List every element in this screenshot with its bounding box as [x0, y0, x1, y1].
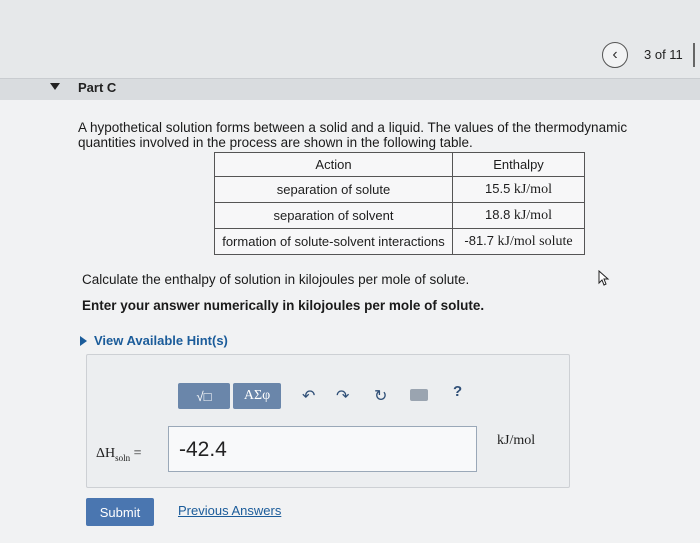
table-row: separation of solute 15.5 kJ/mol	[214, 176, 585, 203]
table-cell-action: separation of solute	[214, 176, 453, 203]
redo-icon[interactable]: ↷	[336, 386, 349, 406]
page-counter: 3 of 11	[644, 47, 683, 62]
table-cell-enthalpy: 15.5 kJ/mol	[452, 176, 585, 203]
table-cell-action: formation of solute-solvent interactions	[214, 228, 453, 255]
instruction-enter: Enter your answer numerically in kilojou…	[82, 298, 485, 313]
undo-icon[interactable]: ↶	[302, 386, 315, 406]
answer-variable-label: ΔHsoln =	[96, 446, 142, 463]
variable-subscript: soln	[115, 452, 131, 463]
help-icon[interactable]: ?	[453, 383, 462, 400]
equals-sign: =	[133, 446, 142, 461]
reset-icon[interactable]: ↻	[374, 386, 387, 406]
table-header-row: Action Enthalpy	[214, 152, 585, 177]
table-cell-enthalpy: -81.7 kJ/mol solute	[452, 228, 585, 255]
problem-statement: A hypothetical solution forms between a …	[78, 120, 628, 150]
answer-unit: kJ/mol	[497, 433, 536, 448]
table-row: formation of solute-solvent interactions…	[214, 228, 585, 255]
symbols-button[interactable]: ΑΣφ	[233, 383, 281, 409]
enthalpy-value: 15.5	[485, 181, 511, 196]
next-page-edge[interactable]	[693, 43, 695, 67]
view-hints-label: View Available Hint(s)	[94, 333, 228, 348]
enthalpy-unit: kJ/mol	[513, 208, 552, 223]
view-hints-link[interactable]: View Available Hint(s)	[80, 333, 228, 348]
templates-button[interactable]: √□	[178, 383, 230, 409]
chevron-left-icon[interactable]: ‹	[602, 42, 628, 68]
instruction-calculate: Calculate the enthalpy of solution in ki…	[82, 272, 470, 287]
cursor-arrow-icon	[598, 270, 610, 286]
submit-button[interactable]: Submit	[86, 498, 154, 526]
enthalpy-unit: kJ/mol solute	[497, 234, 573, 249]
enthalpy-unit: kJ/mol	[513, 182, 552, 197]
enthalpy-value: -81.7	[464, 233, 495, 248]
table-header-enthalpy: Enthalpy	[452, 152, 585, 177]
answer-input[interactable]: -42.4	[168, 426, 477, 472]
thermo-table: Action Enthalpy separation of solute 15.…	[214, 152, 585, 255]
previous-answers-link[interactable]: Previous Answers	[178, 503, 281, 518]
table-header-action: Action	[214, 152, 453, 177]
part-title: Part C	[78, 80, 117, 95]
caret-right-icon	[80, 335, 87, 346]
table-cell-action: separation of solvent	[214, 202, 453, 229]
symbols-icon: ΑΣφ	[243, 388, 271, 403]
caret-down-icon[interactable]	[50, 83, 60, 90]
keyboard-icon[interactable]	[410, 389, 428, 401]
table-cell-enthalpy: 18.8 kJ/mol	[452, 202, 585, 229]
enthalpy-value: 18.8	[485, 207, 511, 222]
variable-symbol: ΔH	[96, 446, 116, 461]
top-bar	[0, 0, 700, 80]
table-row: separation of solvent 18.8 kJ/mol	[214, 202, 585, 229]
templates-icon: √□	[196, 388, 212, 404]
